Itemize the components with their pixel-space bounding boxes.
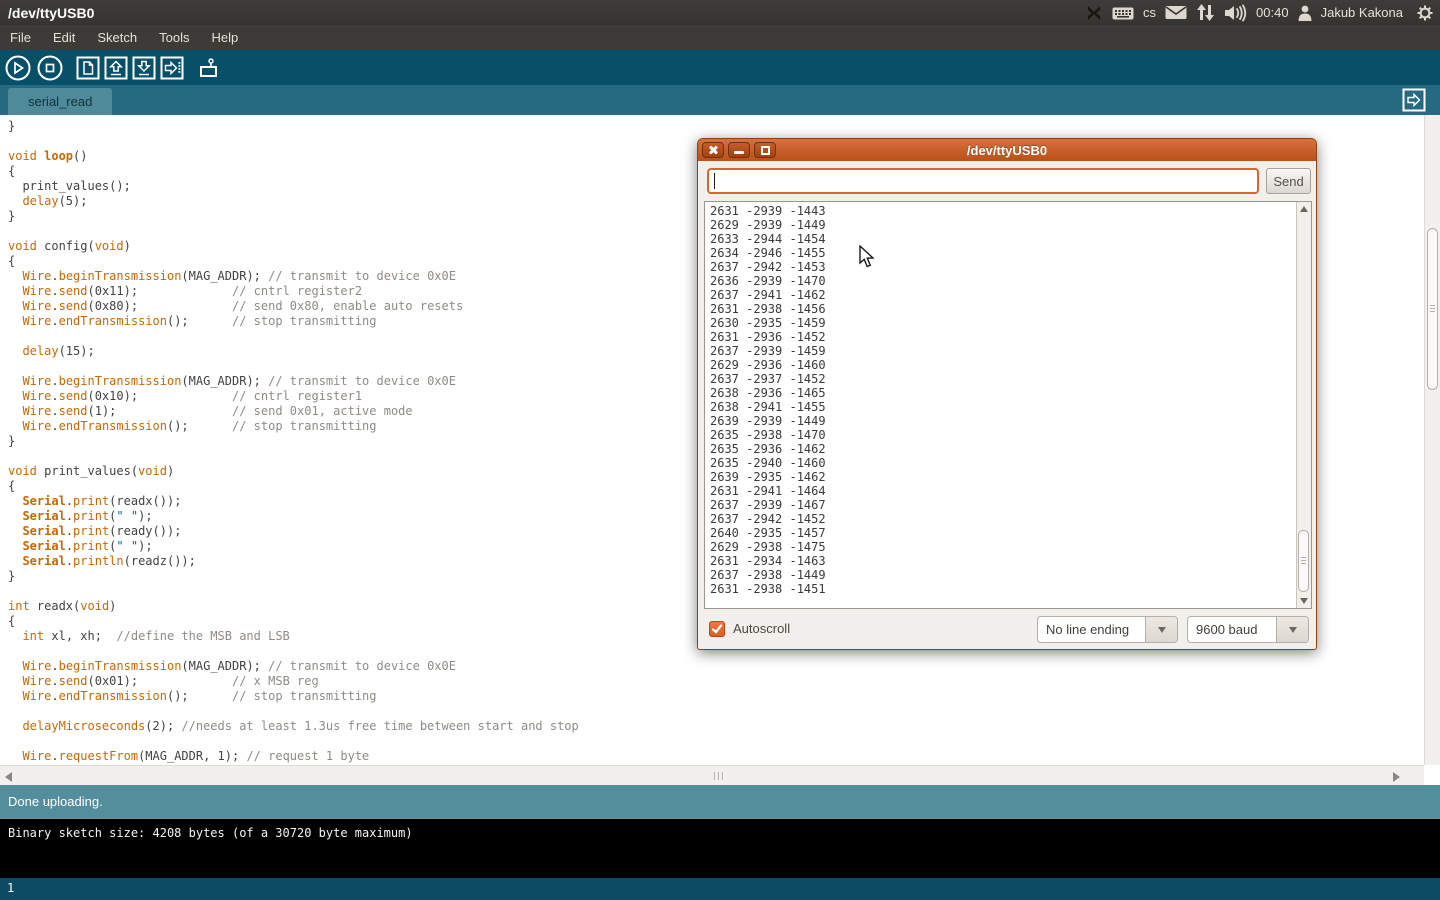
line-number-bar: 1 bbox=[0, 878, 1440, 900]
keyboard-layout-label[interactable]: cs bbox=[1143, 5, 1156, 20]
keyboard-icon[interactable] bbox=[1112, 5, 1134, 21]
check-icon bbox=[711, 623, 723, 635]
clock[interactable]: 00:40 bbox=[1256, 5, 1289, 20]
menu-bar: File Edit Sketch Tools Help bbox=[0, 25, 1440, 50]
scroll-up-icon[interactable] bbox=[1300, 206, 1308, 212]
tab-serial-read[interactable]: serial_read bbox=[8, 88, 112, 115]
maximize-icon bbox=[761, 146, 770, 155]
text-caret bbox=[714, 173, 715, 189]
username[interactable]: Jakub Kakona bbox=[1321, 5, 1403, 20]
code-line bbox=[8, 734, 1424, 749]
system-tray: cs 00:40 Jakub Kakona bbox=[1085, 0, 1434, 25]
chevron-down-icon bbox=[1158, 627, 1166, 637]
console-text: Binary sketch size: 4208 bytes (of a 307… bbox=[0, 819, 1440, 840]
user-icon bbox=[1298, 5, 1312, 21]
menu-tools[interactable]: Tools bbox=[159, 30, 189, 45]
line-ending-select[interactable]: No line ending bbox=[1037, 616, 1178, 643]
minimize-icon bbox=[734, 151, 744, 154]
serial-output-area[interactable]: 2631 -2939 -1443 2629 -2939 -1449 2633 -… bbox=[704, 201, 1312, 609]
panel-window-title: /dev/ttyUSB0 bbox=[8, 5, 94, 21]
serial-monitor-titlebar[interactable]: /dev/ttyUSB0 bbox=[698, 139, 1316, 161]
scrollbar-grip[interactable] bbox=[714, 772, 723, 780]
new-tab-icon[interactable] bbox=[1402, 88, 1426, 112]
serial-monitor-window: /dev/ttyUSB0 Send 2631 -2939 -1443 2629 … bbox=[697, 138, 1317, 650]
autoscroll-label[interactable]: Autoscroll bbox=[733, 621, 790, 636]
menu-help[interactable]: Help bbox=[211, 30, 238, 45]
code-line: Wire.send(0x01); // x MSB reg bbox=[8, 674, 1424, 689]
chevron-down-icon bbox=[1289, 627, 1297, 637]
line-number: 1 bbox=[7, 878, 14, 898]
editor-horizontal-scrollbar[interactable] bbox=[0, 765, 1424, 785]
serial-input[interactable] bbox=[707, 168, 1259, 194]
desktop: /dev/ttyUSB0 cs 00:40 Jakub Kakona bbox=[0, 0, 1440, 900]
baud-rate-value: 9600 baud bbox=[1188, 622, 1276, 637]
code-line: Wire.beginTransmission(MAG_ADDR); // tra… bbox=[8, 659, 1424, 674]
menu-edit[interactable]: Edit bbox=[53, 30, 75, 45]
dropdown-arrow-button[interactable] bbox=[1276, 617, 1308, 642]
menu-sketch[interactable]: Sketch bbox=[97, 30, 137, 45]
scroll-right-icon[interactable] bbox=[1393, 772, 1400, 782]
stop-button[interactable] bbox=[36, 54, 64, 82]
tab-bar: serial_read bbox=[0, 85, 1440, 115]
autoscroll-checkbox[interactable] bbox=[709, 621, 725, 637]
code-line: Wire.endTransmission(); // stop transmit… bbox=[8, 689, 1424, 704]
mail-icon[interactable] bbox=[1165, 5, 1187, 20]
minimize-button[interactable] bbox=[728, 142, 750, 158]
tab-label: serial_read bbox=[28, 94, 92, 109]
code-line: delayMicroseconds(2); //needs at least 1… bbox=[8, 719, 1424, 734]
maximize-button[interactable] bbox=[754, 142, 776, 158]
status-bar: Done uploading. bbox=[0, 785, 1440, 818]
mouse-cursor bbox=[858, 245, 878, 274]
menu-file[interactable]: File bbox=[10, 30, 31, 45]
network-icon[interactable] bbox=[1196, 4, 1214, 21]
serial-output-text: 2631 -2939 -1443 2629 -2939 -1449 2633 -… bbox=[705, 202, 1311, 596]
editor-vertical-scrollbar[interactable] bbox=[1424, 115, 1440, 765]
close-button[interactable] bbox=[702, 142, 724, 158]
send-button[interactable]: Send bbox=[1266, 168, 1311, 194]
session-gear-icon[interactable] bbox=[1416, 4, 1434, 22]
volume-icon[interactable] bbox=[1223, 4, 1247, 22]
scroll-down-icon[interactable] bbox=[1300, 598, 1308, 604]
ide-toolbar bbox=[0, 50, 1440, 85]
indicator-app-icon[interactable] bbox=[1085, 4, 1103, 22]
serial-monitor-button[interactable] bbox=[196, 55, 222, 81]
scroll-left-icon[interactable] bbox=[5, 772, 12, 782]
dropdown-arrow-button[interactable] bbox=[1145, 617, 1177, 642]
serial-scrollbar[interactable] bbox=[1296, 202, 1311, 608]
status-message: Done uploading. bbox=[8, 794, 103, 809]
editor-vertical-scrollbar-thumb[interactable] bbox=[1427, 228, 1438, 390]
baud-rate-select[interactable]: 9600 baud bbox=[1187, 616, 1309, 643]
new-sketch-button[interactable] bbox=[76, 56, 100, 80]
save-sketch-button[interactable] bbox=[132, 56, 156, 80]
top-panel: /dev/ttyUSB0 cs 00:40 Jakub Kakona bbox=[0, 0, 1440, 25]
serial-monitor-title: /dev/ttyUSB0 bbox=[698, 143, 1316, 158]
upload-button[interactable] bbox=[160, 56, 184, 80]
code-line: Wire.requestFrom(MAG_ADDR, 1); // reques… bbox=[8, 749, 1424, 764]
code-line bbox=[8, 704, 1424, 719]
open-sketch-button[interactable] bbox=[104, 56, 128, 80]
serial-scrollbar-thumb[interactable] bbox=[1298, 530, 1309, 592]
close-icon bbox=[708, 145, 718, 155]
console-output: Binary sketch size: 4208 bytes (of a 307… bbox=[0, 818, 1440, 878]
verify-button[interactable] bbox=[4, 54, 32, 82]
line-ending-value: No line ending bbox=[1038, 622, 1145, 637]
code-line: } bbox=[8, 119, 1424, 134]
